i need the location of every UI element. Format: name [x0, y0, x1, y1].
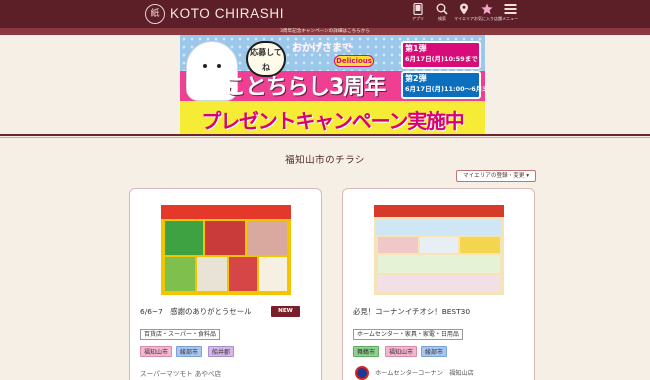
round-2-label: 第2弾 [405, 74, 427, 83]
mascot-eye-right [217, 64, 221, 68]
site-header: 紙 KOTO CHIRASHI アプリ 検索 マイエリア お気に入り店舗 メニュ… [0, 0, 650, 28]
flyer-title[interactable]: 6/6~7 感謝のありがとうセール [140, 307, 251, 317]
flyer-card[interactable]: 6/6~7 感謝のありがとうセール NEW 百貨店・スーパー・食料品 福知山市 … [129, 188, 322, 380]
store-name[interactable]: ホームセンターコーナン 福知山店 [375, 369, 474, 379]
flyer-title[interactable]: 必見！コーナンイチオシ！BEST30 [353, 307, 470, 317]
banner-delicious-tag: Delicious [334, 55, 374, 67]
banner-gohan-text: 豪華 [186, 81, 213, 96]
area-tag: 福知山市 [385, 346, 418, 357]
category-tag: ホームセンター・家具・家電・日用品 [353, 329, 463, 340]
area-tag: 綾部市 [421, 346, 448, 357]
banner-campaign-text: プレゼントキャンペーン実施中 [201, 109, 464, 133]
nav-app[interactable]: アプリ [405, 2, 431, 26]
logo-mark[interactable]: 紙 [145, 4, 165, 24]
new-badge: NEW [271, 306, 300, 317]
nav-menu[interactable]: メニュー [497, 2, 523, 26]
area-tag: 福知山市 [140, 346, 173, 357]
store-name[interactable]: スーパーマツモト あやべ店 [140, 369, 221, 379]
flyer-thumbnail[interactable] [374, 205, 504, 295]
category-tag: 百貨店・スーパー・食料品 [140, 329, 220, 340]
star-icon [481, 3, 493, 15]
search-icon [436, 3, 448, 15]
round-1-date: 6月17日(月)10:59まで [405, 55, 478, 63]
site-logo[interactable]: KOTO CHIRASHI [170, 5, 284, 23]
banner-round-1: 第1弾 6月17日(月)10:59まで [401, 41, 481, 69]
area-tag: 船井郡 [208, 346, 235, 357]
area-tag: 綾部市 [176, 346, 203, 357]
area-tag: 舞鶴市 [353, 346, 380, 357]
myarea-register-button[interactable]: マイエリアの登録・変更 ▾ [456, 170, 536, 182]
nav-app-label: アプリ [412, 16, 424, 21]
app-phone-icon [413, 3, 423, 15]
store-logo-icon [355, 366, 369, 380]
campaign-notice-link[interactable]: 3周年記念キャンペーンの詳細はこちらから [0, 28, 650, 35]
mascot-eye-left [203, 64, 207, 68]
campaign-banner[interactable]: 応募してね おかげさまで Delicious 豪華 ことちらし3周年 第1弾 6… [180, 35, 485, 134]
round-2-date: 6月17日(月)11:00～6月30日(日)まで [405, 85, 485, 93]
nav-menu-label: メニュー [502, 16, 518, 21]
banner-divider-thin [0, 137, 650, 138]
flyer-card[interactable]: 必見！コーナンイチオシ！BEST30 ホームセンター・家具・家電・日用品 舞鶴市… [342, 188, 535, 380]
banner-headline: ことちらし3周年 [224, 75, 386, 100]
hamburger-menu-icon [504, 4, 516, 14]
banner-divider [0, 134, 650, 136]
banner-side-text: おかげさまで [292, 43, 352, 54]
map-pin-icon [460, 3, 468, 15]
banner-round-2: 第2弾 6月17日(月)11:00～6月30日(日)まで [401, 71, 485, 99]
section-title: 福知山市のチラシ [285, 155, 365, 166]
round-1-label: 第1弾 [405, 44, 427, 53]
flyer-thumbnail[interactable] [161, 205, 291, 295]
